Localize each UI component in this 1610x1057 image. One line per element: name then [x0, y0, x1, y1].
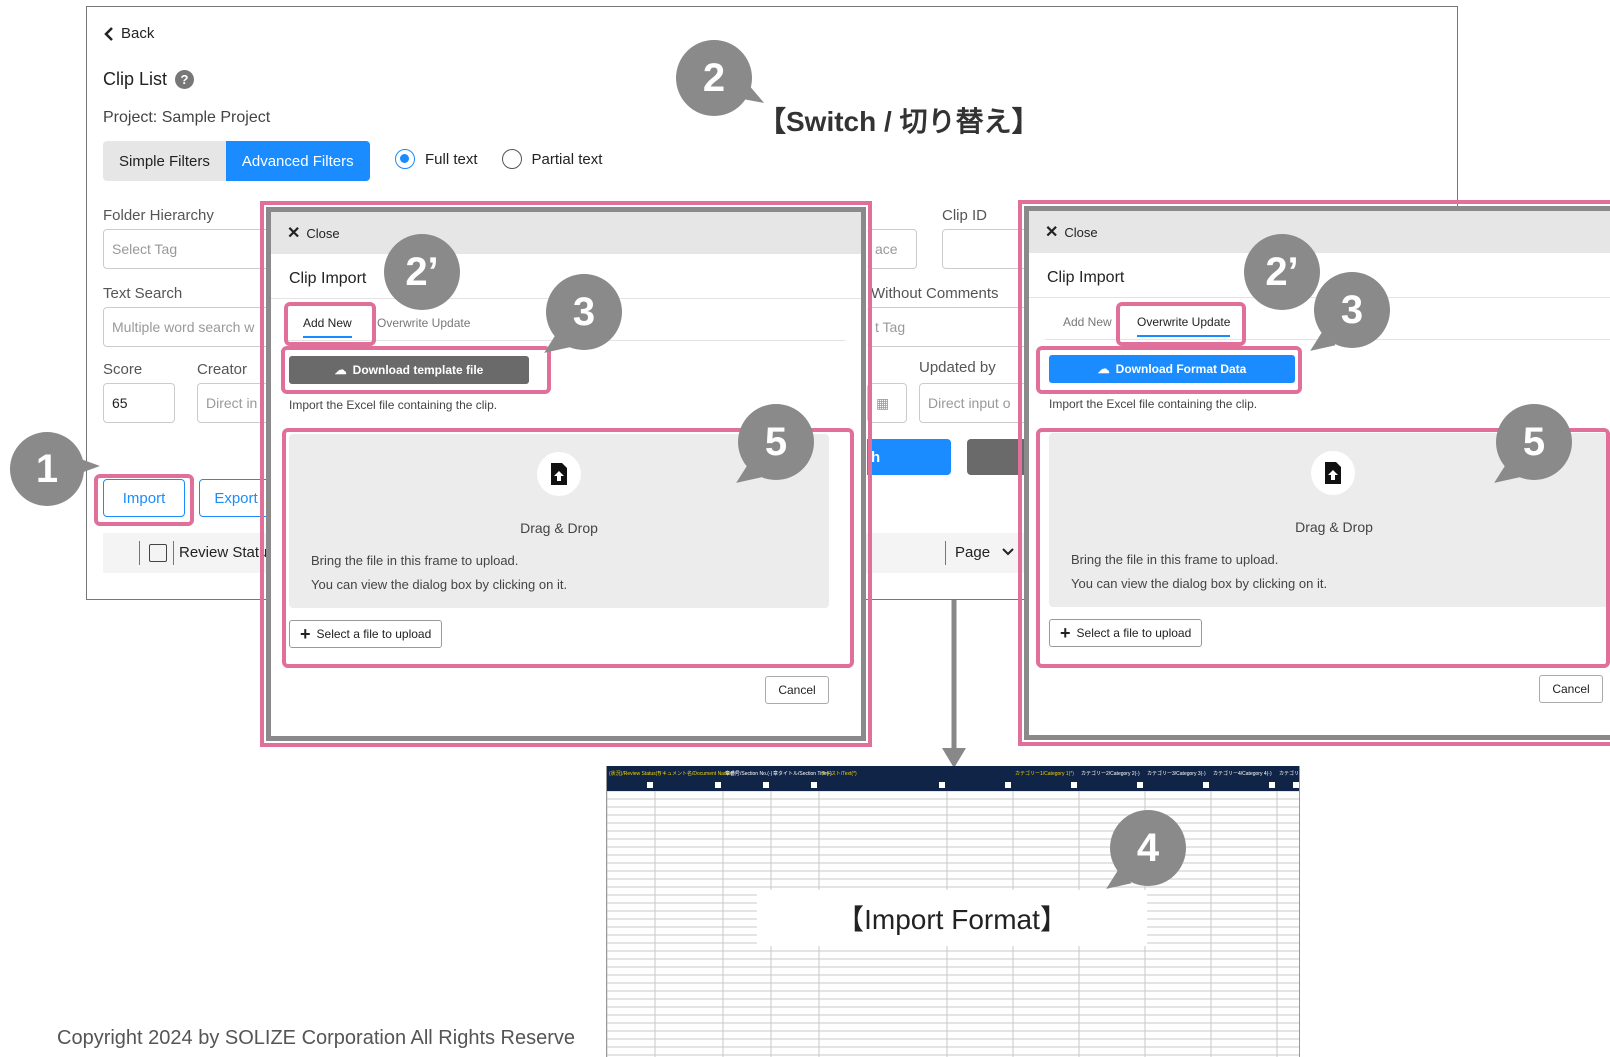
add-new-tab-highlight — [284, 302, 376, 346]
calendar-icon[interactable]: ▦ — [867, 383, 907, 423]
import-highlight — [94, 474, 194, 526]
page-title-text: Clip List — [103, 69, 168, 89]
sheet-header-cells: (状況)/Review Status(*)ドキュメント名/Document Na… — [609, 770, 1300, 788]
sheet-header-cell: テキスト/Text(*) — [821, 771, 857, 777]
creator-label: Creator — [197, 361, 248, 378]
sheet-header-cell: 章番号/Section No.(-) — [725, 770, 773, 777]
text-search-label: Text Search — [103, 285, 183, 302]
filter-toggle: Simple Filters Advanced Filters — [103, 141, 370, 181]
copyright-text: Copyright 2024 by SOLIZE Corporation All… — [57, 1027, 576, 1049]
dialog-title: Clip Import — [1047, 269, 1125, 286]
dialog-title: Clip Import — [289, 270, 367, 287]
sheet-header-cell: カテゴリー5/Category 5(-) — [1279, 770, 1300, 777]
close-icon[interactable]: ✕ — [287, 223, 300, 243]
dialog-close-bar: ✕ Close — [271, 212, 861, 254]
switch-label: 【Switch / 切り替え】 — [758, 106, 1040, 137]
callout-2-prime-right: 2’ — [1244, 234, 1320, 310]
sheet-header-cell: カテゴリー4/Category 4(-) — [1213, 770, 1272, 777]
search-button[interactable]: h — [867, 439, 951, 475]
cancel-button[interactable]: Cancel — [765, 676, 829, 704]
chevron-down-icon — [1002, 548, 1014, 556]
folder-select[interactable]: Select Tag — [103, 229, 273, 269]
filter-dropdown-icon — [1203, 782, 1209, 788]
import-format-sheet: (状況)/Review Status(*) ドキュメント名/Document Na… — [606, 766, 1300, 1057]
callout-2: 2 — [676, 40, 752, 116]
updated-by-label: Updated by — [919, 359, 996, 376]
filter-dropdown-icon — [939, 782, 945, 788]
callout-tail — [78, 458, 100, 474]
col-divider — [173, 541, 174, 565]
tag-select[interactable]: t Tag — [867, 307, 1027, 347]
project-label: Project: Sample Project — [103, 109, 271, 126]
search-mode-radios: Full text Partial text — [395, 149, 602, 169]
chevron-left-icon — [104, 26, 113, 41]
filter-dropdown-icon — [1137, 782, 1143, 788]
back-label: Back — [121, 25, 155, 42]
close-icon[interactable]: ✕ — [1045, 222, 1058, 242]
select-all-checkbox[interactable] — [149, 544, 167, 562]
full-text-radio[interactable] — [395, 149, 415, 169]
score-label: Score — [103, 361, 143, 378]
score-input[interactable]: 65 — [103, 383, 175, 423]
partial-text-label: Partial text — [531, 150, 603, 168]
tab-add-new[interactable]: Add New — [1063, 315, 1112, 329]
text-search-input[interactable]: Multiple word search w — [103, 307, 273, 347]
partial-text-radio[interactable] — [501, 149, 522, 169]
sheet-header-row: (状況)/Review Status(*) ドキュメント名/Document Na… — [607, 766, 1299, 791]
without-comments-label: Without Comments — [871, 285, 999, 302]
close-label[interactable]: Close — [1064, 225, 1097, 240]
filter-dropdown-icon — [763, 782, 769, 788]
import-note: Import the Excel file containing the cli… — [289, 398, 498, 412]
col-divider — [945, 541, 946, 565]
clip-id-label: Clip ID — [942, 207, 988, 224]
tab-overwrite-update[interactable]: Overwrite Update — [377, 316, 470, 330]
page-header[interactable]: Page — [955, 544, 990, 561]
review-status-header: Review Statu — [179, 544, 268, 561]
advanced-filters-button[interactable]: Advanced Filters — [225, 141, 370, 181]
folder-hierarchy-label: Folder Hierarchy — [103, 207, 214, 224]
download-format-highlight — [1036, 346, 1302, 394]
filter-dropdown-icon — [647, 782, 653, 788]
cancel-button[interactable]: Cancel — [1539, 675, 1603, 703]
filter-dropdown-icon — [715, 782, 721, 788]
filter-dropdown-icon — [1269, 782, 1275, 788]
sheet-header-cell: カテゴリー2/Category 2(-) — [1081, 770, 1140, 777]
sheet-header-cell: (状況)/Review Status(*) — [609, 770, 661, 777]
overwrite-tab-highlight — [1116, 302, 1246, 346]
back-link[interactable]: Back — [103, 25, 154, 42]
filter-dropdown-icon — [1005, 782, 1011, 788]
sheet-header-cell: カテゴリー1/Category 1(*) — [1015, 770, 1074, 777]
space-input[interactable]: ace — [867, 229, 917, 269]
updated-by-input[interactable]: Direct input o — [919, 383, 1029, 423]
col-divider — [139, 541, 140, 565]
simple-filters-button[interactable]: Simple Filters — [103, 141, 226, 181]
import-note: Import the Excel file containing the cli… — [1049, 397, 1258, 411]
callout-1: 1 — [10, 432, 84, 506]
download-template-highlight — [281, 346, 551, 394]
callout-2-prime-left: 2’ — [384, 234, 460, 310]
filter-dropdown-icon — [1071, 782, 1077, 788]
import-format-label: 【Import Format】 — [757, 890, 1147, 946]
close-label[interactable]: Close — [306, 226, 339, 241]
filter-dropdown-icon — [811, 782, 817, 788]
filter-dropdown-icon — [1293, 782, 1299, 788]
help-icon[interactable]: ? — [175, 70, 195, 89]
page-title: Clip List ? — [103, 69, 195, 90]
dialog-close-bar: ✕ Close — [1029, 211, 1610, 253]
full-text-label: Full text — [425, 150, 478, 168]
sheet-header-cell: カテゴリー3/Category 3(-) — [1147, 770, 1206, 777]
